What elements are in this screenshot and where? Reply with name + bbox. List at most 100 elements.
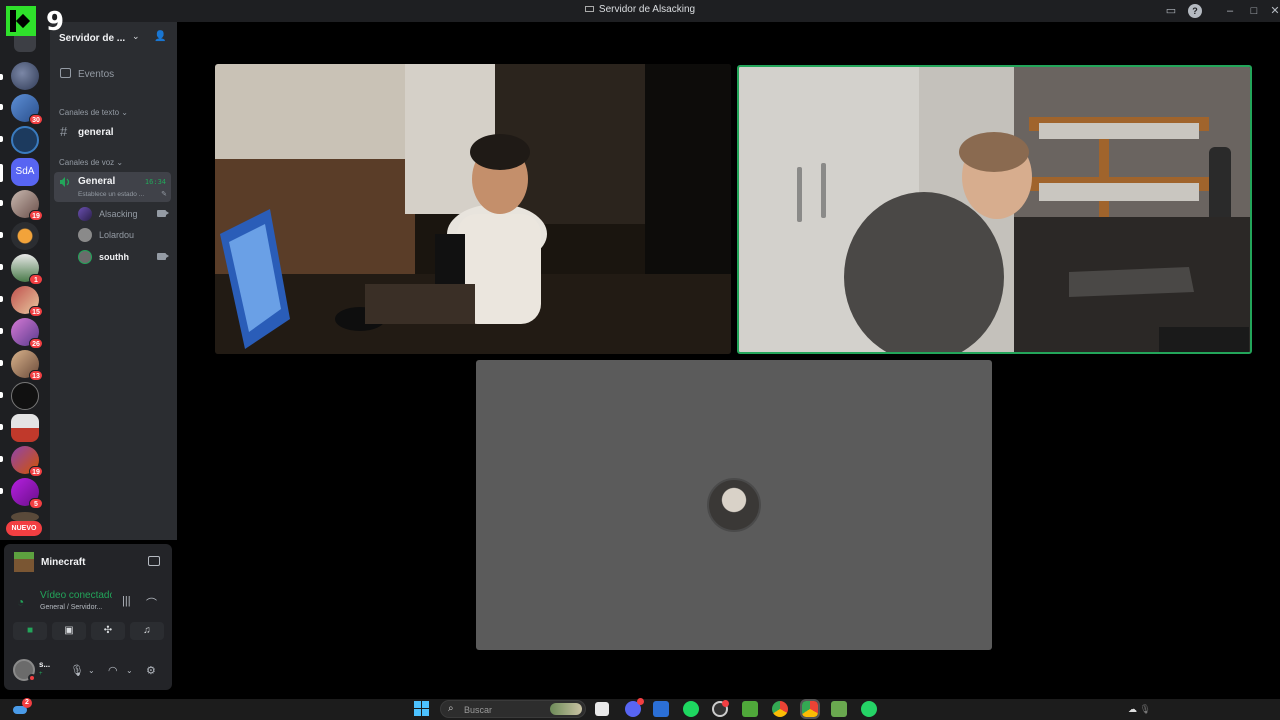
settings-icon[interactable]: ⚙ <box>146 664 156 677</box>
video-tile-southh[interactable] <box>737 65 1252 354</box>
close-button[interactable]: ✕ <box>1270 4 1280 18</box>
mention-badge: 19 <box>29 466 43 477</box>
avatar <box>78 207 92 221</box>
game-activity: Minecraft <box>4 544 172 580</box>
server-rail: 30 SdA 19 1 15 26 13 19 5 <box>0 22 50 540</box>
events-row[interactable]: Eventos <box>56 64 171 84</box>
voice-channel-label: General <box>78 176 116 187</box>
server-icon-1[interactable] <box>11 62 39 90</box>
minecraft-icon[interactable] <box>742 701 758 717</box>
spotify-icon[interactable] <box>683 701 699 717</box>
disconnect-icon[interactable]: ⌒ <box>146 595 157 611</box>
connection-location[interactable]: General / Servidor... <box>40 604 102 611</box>
unread-pip <box>0 360 3 366</box>
calendar-icon <box>60 68 71 78</box>
chevron-down-icon[interactable]: ⌄ <box>88 666 95 675</box>
invite-people-icon[interactable]: 👤 <box>154 31 168 43</box>
system-tray[interactable]: ☁ 🎙 <box>1128 704 1151 715</box>
server-icon-9[interactable]: 13 <box>11 350 43 381</box>
user-name: s... <box>39 660 51 669</box>
voice-channels-category[interactable]: Canales de voz ⌄ <box>59 158 123 167</box>
server-icon-12[interactable]: 19 <box>11 446 43 477</box>
chevron-down-icon: ⌄ <box>121 108 128 117</box>
voice-channel-general[interactable]: General 16:34 Establece un estado ... ✎ <box>54 172 171 202</box>
search-highlight-image <box>550 703 582 715</box>
unread-pip <box>0 456 3 462</box>
mention-badge: 26 <box>29 338 43 349</box>
mention-badge: 30 <box>29 114 43 125</box>
server-name: Servidor de ... <box>59 33 126 44</box>
server-icon-4[interactable]: 19 <box>11 190 43 221</box>
notification-count: 2 <box>22 698 32 708</box>
server-icon-10[interactable] <box>11 382 39 410</box>
notification-dot <box>637 698 644 705</box>
voice-user[interactable]: southh <box>76 248 169 266</box>
help-icon[interactable]: ? <box>1188 4 1202 18</box>
maximize-button[interactable]: □ <box>1248 4 1260 18</box>
chevron-down-icon[interactable]: ⌄ <box>126 666 133 675</box>
server-icon-11[interactable] <box>11 414 39 442</box>
unread-pip <box>0 200 3 206</box>
voice-user[interactable]: Lolardou <box>76 226 168 244</box>
camera-icon: ■ <box>26 625 34 636</box>
whatsapp-icon[interactable] <box>861 701 877 717</box>
store-icon[interactable] <box>653 701 669 717</box>
server-icon-sda[interactable]: SdA <box>11 158 39 186</box>
camera-button[interactable]: ■ <box>13 622 47 640</box>
activities-button[interactable]: ✣ <box>91 622 125 640</box>
file-explorer-icon[interactable] <box>595 702 609 716</box>
video-tile-alsacking[interactable] <box>215 64 731 354</box>
soundboard-icon: ♫ <box>143 625 151 636</box>
minecraft-icon <box>14 552 34 572</box>
mention-badge: 5 <box>29 498 43 509</box>
server-icon-8[interactable]: 26 <box>11 318 43 349</box>
video-tile-lolardou[interactable] <box>476 360 992 650</box>
voice-user[interactable]: Alsacking <box>76 205 169 223</box>
chrome-icon[interactable] <box>772 701 788 717</box>
participant-avatar <box>707 478 761 532</box>
chrome-work-icon[interactable] <box>800 699 820 719</box>
server-icon-2[interactable]: 30 <box>11 94 43 125</box>
avatar[interactable] <box>13 659 36 682</box>
server-sda-label: SdA <box>15 166 35 177</box>
server-icon-3[interactable] <box>11 126 39 154</box>
server-icon-5[interactable] <box>11 222 39 250</box>
obs-icon[interactable] <box>712 700 729 717</box>
inbox-icon[interactable]: ▭ <box>1164 4 1178 18</box>
soundboard-button[interactable]: ♫ <box>130 622 164 640</box>
speaker-icon <box>60 177 70 187</box>
widgets-button[interactable]: 2 <box>13 698 33 718</box>
cloud-icon: ☁ <box>1128 704 1137 714</box>
window-title: Servidor de Alsacking <box>598 4 696 15</box>
channel-status[interactable]: Establece un estado ... <box>78 191 144 198</box>
new-badge[interactable]: NUEVO <box>6 521 42 536</box>
server-icon-6[interactable]: 1 <box>11 254 43 285</box>
events-label: Eventos <box>78 69 115 80</box>
screen-share-icon[interactable] <box>148 556 160 566</box>
signal-icon[interactable]: ◔ <box>17 595 31 609</box>
avatar <box>78 228 92 242</box>
minecraft-launcher-icon[interactable] <box>831 701 847 717</box>
windows-start-icon[interactable] <box>414 701 430 717</box>
unread-pip <box>0 424 3 430</box>
server-header[interactable]: Servidor de ... ⌄ 👤 <box>50 22 177 54</box>
text-channels-category[interactable]: Canales de texto ⌄ <box>59 108 128 117</box>
minimize-button[interactable]: – <box>1224 4 1236 18</box>
taskbar-search[interactable]: ⌕ Buscar <box>440 700 586 718</box>
server-icon-7[interactable]: 15 <box>11 286 43 317</box>
headphones-icon[interactable]: ◠ <box>108 664 118 677</box>
channel-general[interactable]: # general <box>56 122 171 142</box>
webcam-feed <box>215 64 731 354</box>
microphone-icon[interactable]: 🎙 <box>70 664 84 677</box>
share-screen-button[interactable]: ▣ <box>52 622 86 640</box>
camera-icon <box>157 253 169 260</box>
category-label: Canales de texto <box>59 108 120 117</box>
pencil-icon[interactable]: ✎ <box>161 190 167 198</box>
noise-suppression-icon[interactable]: ||| <box>122 595 131 607</box>
mention-badge: 13 <box>29 370 43 381</box>
current-user: s... + 🎙 ⌄ ◠ ⌄ ⚙ <box>4 656 172 686</box>
voice-user-name: Alsacking <box>99 209 138 219</box>
discord-icon[interactable] <box>625 698 644 717</box>
category-label: Canales de voz <box>59 158 115 167</box>
server-icon-13[interactable]: 5 <box>11 478 43 509</box>
